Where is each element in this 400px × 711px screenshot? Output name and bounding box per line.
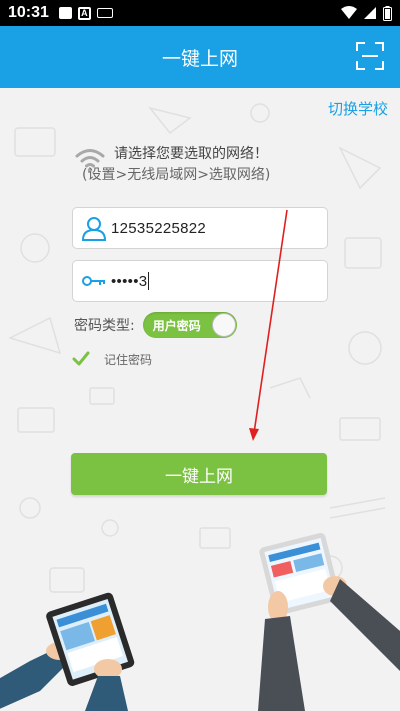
password-type-row: 密码类型: 用户密码 (74, 312, 237, 338)
hands-tablets-illustration (0, 533, 400, 711)
signal-icon (364, 7, 376, 19)
wifi-icon (341, 6, 357, 19)
main-content: 切换学校 请选择您要选取的网络！ (设置>无线局域网>选取网络) 1253522… (0, 88, 400, 711)
page-title: 一键上网 (161, 48, 238, 70)
status-time: 10:31 (8, 4, 49, 21)
remember-label: 记住密码 (104, 352, 153, 367)
hint-line1: 请选择您要选取的网络！ (114, 146, 268, 162)
text-caret (148, 272, 150, 290)
toggle-knob (211, 313, 236, 337)
password-type-label: 密码类型: (74, 318, 135, 334)
keyboard-icon (96, 8, 113, 18)
key-icon (82, 276, 105, 286)
user-icon (81, 217, 107, 241)
password-field[interactable]: •••••3 (72, 260, 328, 302)
system-icons (341, 5, 392, 21)
password-type-toggle[interactable]: 用户密码 (142, 312, 237, 338)
app-bar: 一键上网 (0, 26, 400, 88)
remember-password-row: 记住密码 (72, 350, 152, 368)
toggle-label: 用户密码 (152, 318, 201, 333)
hint-line2: (设置>无线局域网>选取网络) (82, 167, 271, 183)
notification-icons: A (58, 6, 113, 20)
connect-button[interactable]: 一键上网 (71, 453, 327, 495)
remember-checkbox[interactable] (72, 350, 90, 368)
scan-icon[interactable] (356, 42, 384, 70)
status-bar: 10:31 A (0, 0, 400, 26)
password-value: •••••3 (111, 272, 148, 290)
username-field[interactable]: 12535225822 (72, 207, 328, 249)
network-hint: 请选择您要选取的网络！ (设置>无线局域网>选取网络) (74, 144, 374, 186)
image-icon (58, 7, 72, 19)
switch-school-link[interactable]: 切换学校 (328, 98, 388, 119)
battery-icon (383, 5, 392, 21)
a-icon: A (77, 6, 91, 20)
username-value: 12535225822 (111, 219, 207, 237)
